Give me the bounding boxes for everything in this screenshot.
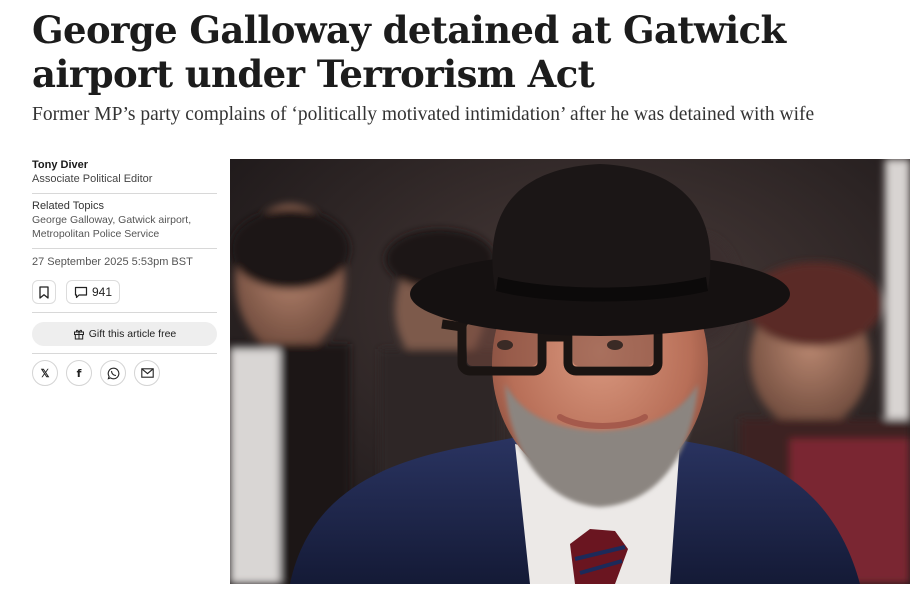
comments-button[interactable]: 941 [66, 280, 121, 304]
divider [32, 193, 217, 194]
publish-date: 27 September 2025 5:53pm BST [32, 256, 193, 268]
share-x-button[interactable]: 𝕏 [32, 360, 58, 386]
gift-article-button[interactable]: Gift this article free [32, 322, 217, 346]
divider [32, 248, 217, 249]
related-topics-links[interactable]: George Galloway, Gatwick airport, Metrop… [32, 213, 217, 241]
share-buttons: 𝕏 f [32, 360, 217, 386]
author-name[interactable]: Tony Diver [32, 158, 217, 172]
gift-label: Gift this article free [88, 328, 177, 340]
bookmark-button[interactable] [32, 280, 56, 304]
lead-photo [230, 159, 910, 584]
x-icon: 𝕏 [40, 367, 50, 380]
bookmark-icon [39, 285, 49, 299]
email-icon [140, 368, 154, 378]
article-standfirst: Former MP’s party complains of ‘politica… [32, 104, 815, 125]
man-in-black-fedora-and-glasses-photo [230, 159, 910, 584]
share-email-button[interactable] [134, 360, 160, 386]
gift-icon [73, 329, 84, 340]
author-role: Associate Political Editor [32, 173, 153, 185]
divider [32, 353, 217, 354]
article-headline: George Galloway detained at Gatwick airp… [32, 8, 786, 96]
article-sidebar: Tony Diver Associate Political Editor Re… [32, 158, 217, 386]
comment-icon [74, 286, 88, 298]
whatsapp-icon [107, 367, 119, 379]
divider [32, 312, 217, 313]
share-facebook-button[interactable]: f [66, 360, 92, 386]
facebook-icon: f [76, 366, 82, 380]
article-actions: 941 [32, 279, 217, 305]
related-topics-label: Related Topics [32, 200, 104, 212]
comment-count: 941 [92, 285, 113, 299]
share-whatsapp-button[interactable] [100, 360, 126, 386]
